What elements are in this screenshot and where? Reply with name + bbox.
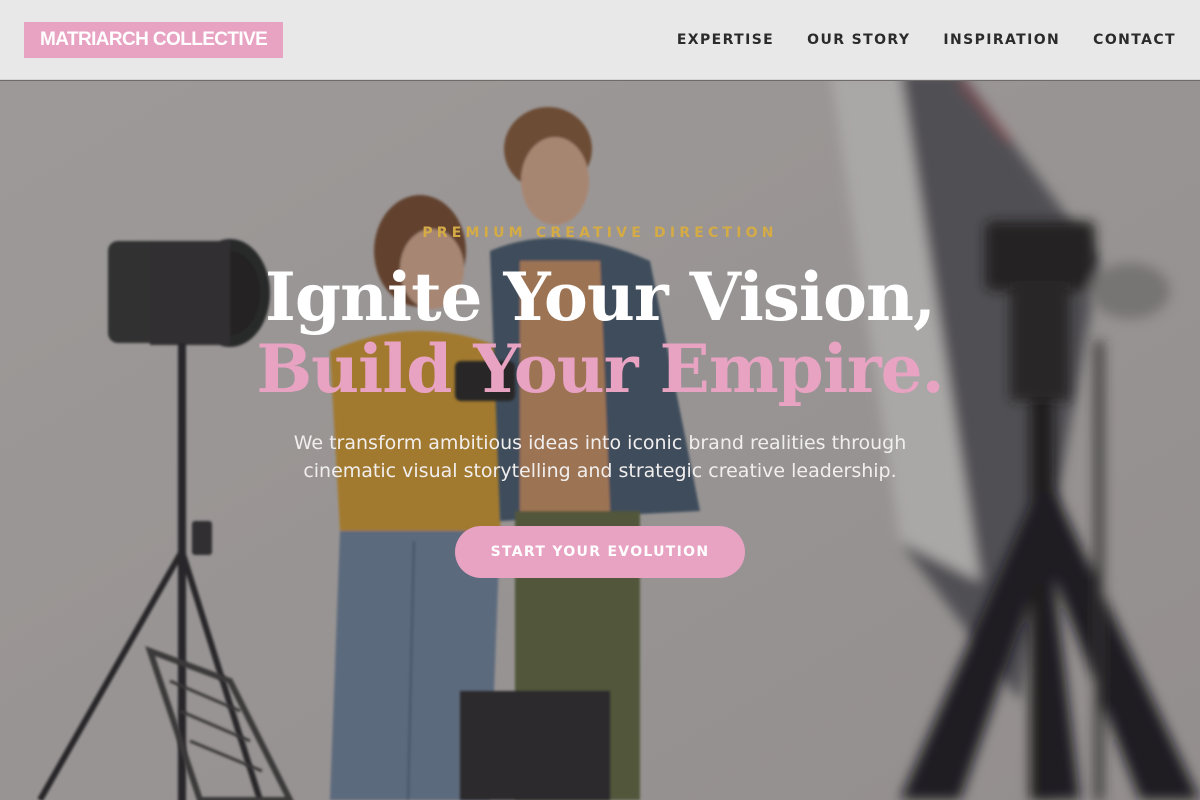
headline-line-2: Build Your Empire. bbox=[256, 330, 944, 408]
nav-link-expertise[interactable]: EXPERTISE bbox=[677, 32, 774, 48]
brand-logo[interactable]: MATRIARCH COLLECTIVE bbox=[24, 21, 284, 58]
hero-headline: Ignite Your Vision, Build Your Empire. bbox=[0, 261, 1200, 405]
start-evolution-button[interactable]: START YOUR EVOLUTION bbox=[455, 526, 745, 578]
site-header: MATRIARCH COLLECTIVE EXPERTISE OUR STORY… bbox=[0, 0, 1200, 80]
hero-section: PREMIUM CREATIVE DIRECTION Ignite Your V… bbox=[0, 81, 1200, 800]
hero-content: PREMIUM CREATIVE DIRECTION Ignite Your V… bbox=[0, 81, 1200, 800]
main-nav: EXPERTISE OUR STORY INSPIRATION CONTACT bbox=[677, 32, 1176, 48]
nav-link-our-story[interactable]: OUR STORY bbox=[807, 32, 910, 48]
nav-link-contact[interactable]: CONTACT bbox=[1093, 32, 1176, 48]
hero-subtext: We transform ambitious ideas into iconic… bbox=[293, 432, 907, 482]
hero-eyebrow: PREMIUM CREATIVE DIRECTION bbox=[422, 225, 778, 241]
headline-line-1: Ignite Your Vision, bbox=[264, 258, 936, 336]
nav-link-inspiration[interactable]: INSPIRATION bbox=[943, 32, 1060, 48]
